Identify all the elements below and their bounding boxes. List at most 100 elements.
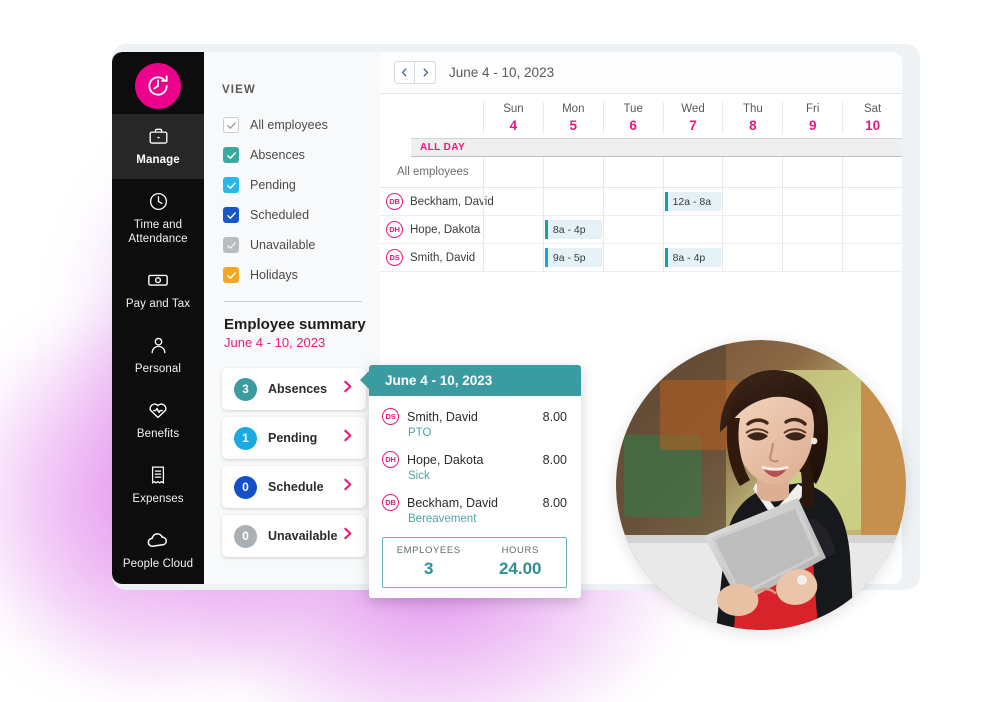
day-cell[interactable] <box>602 244 663 271</box>
sidebar-item-pay-and-tax[interactable]: Pay and Tax <box>112 258 204 323</box>
absence-type: Bereavement <box>408 513 477 525</box>
calendar-day-headers: Sun 4 Mon 5 Tue 6 Wed 7 Thu 8 Fri 9 Sat … <box>380 94 902 138</box>
chevron-right-icon[interactable] <box>340 428 355 448</box>
sidebar-item-people-cloud[interactable]: People Cloud <box>112 518 204 583</box>
day-header-sun[interactable]: Sun 4 <box>483 102 543 134</box>
day-cell[interactable] <box>842 216 902 243</box>
day-cell[interactable] <box>483 216 543 243</box>
briefcase-icon <box>148 125 169 147</box>
employee-name: Hope, Dakota <box>407 452 484 467</box>
day-header-thu[interactable]: Thu 8 <box>722 102 782 134</box>
summary-card-schedule[interactable]: 0 Schedule <box>222 466 366 508</box>
filter-absences[interactable]: Absences <box>204 140 380 170</box>
day-cell[interactable] <box>483 188 543 215</box>
summary-card-absences[interactable]: 3 Absences <box>222 368 366 410</box>
heart-pulse-icon <box>147 399 169 421</box>
day-cell[interactable]: 8a - 4p <box>542 216 603 243</box>
row-label-cell[interactable]: DH Hope, Dakota <box>380 216 483 243</box>
day-cell[interactable] <box>722 244 782 271</box>
sidebar-item-label: People Cloud <box>122 558 194 570</box>
day-cell[interactable] <box>722 157 782 187</box>
checkbox-icon[interactable] <box>223 207 239 223</box>
day-cell[interactable] <box>722 216 782 243</box>
day-number: 4 <box>509 118 518 133</box>
filter-holidays[interactable]: Holidays <box>204 260 380 290</box>
checkbox-icon[interactable] <box>223 237 239 253</box>
shift-chip[interactable]: 8a - 4p <box>544 220 602 239</box>
avatar: DB <box>386 193 403 210</box>
summary-card-unavailable[interactable]: 0 Unavailable <box>222 515 366 557</box>
day-cell[interactable] <box>782 244 842 271</box>
sidebar-item-personal[interactable]: Personal <box>112 323 204 388</box>
previous-week-button[interactable] <box>394 61 415 84</box>
sidebar-item-benefits[interactable]: Benefits <box>112 388 204 453</box>
day-cell[interactable]: 9a - 5p <box>542 244 603 271</box>
shift-chip[interactable]: 12a - 8a <box>664 192 722 211</box>
filter-scheduled[interactable]: Scheduled <box>204 200 380 230</box>
day-cell[interactable] <box>662 216 723 243</box>
day-cell[interactable]: 8a - 4p <box>662 244 723 271</box>
shift-chip[interactable]: 8a - 4p <box>664 248 722 267</box>
summary-count-badge: 0 <box>234 475 257 499</box>
day-cell[interactable] <box>662 157 723 187</box>
day-name: Sat <box>863 103 882 115</box>
sidebar-item-manage[interactable]: Manage <box>112 114 204 179</box>
filter-label: Absences <box>250 148 305 162</box>
person-icon <box>148 334 169 356</box>
list-item[interactable]: DS Smith, David 8.00 <box>382 408 567 425</box>
day-cell[interactable] <box>483 244 543 271</box>
sidebar-item-expenses[interactable]: Expenses <box>112 453 204 518</box>
checkbox-icon[interactable] <box>223 117 239 133</box>
shift-chip[interactable]: 9a - 5p <box>544 248 602 267</box>
chevron-right-icon[interactable] <box>340 526 355 546</box>
total-label: EMPLOYEES <box>396 545 461 556</box>
day-cell[interactable] <box>782 188 842 215</box>
checkbox-icon[interactable] <box>223 147 239 163</box>
day-header-fri[interactable]: Fri 9 <box>782 102 842 134</box>
day-cell[interactable] <box>483 157 543 187</box>
day-number: 9 <box>808 118 817 133</box>
day-header-mon[interactable]: Mon 5 <box>542 102 603 134</box>
day-cell[interactable]: 12a - 8a <box>662 188 723 215</box>
filter-all-employees[interactable]: All employees <box>204 110 380 140</box>
employee-name: Smith, David <box>410 251 476 264</box>
day-cell[interactable] <box>602 157 663 187</box>
day-cell[interactable] <box>782 216 842 243</box>
summary-card-label: Schedule <box>268 480 324 494</box>
list-item[interactable]: DB Beckham, David 8.00 <box>382 494 567 511</box>
day-header-wed[interactable]: Wed 7 <box>662 102 723 134</box>
day-cell[interactable] <box>842 157 902 187</box>
chevron-right-icon[interactable] <box>340 379 355 399</box>
chevron-right-icon[interactable] <box>340 477 355 497</box>
filter-pending[interactable]: Pending <box>204 170 380 200</box>
clock-icon <box>148 190 169 212</box>
checkbox-icon[interactable] <box>223 267 239 283</box>
view-heading: VIEW <box>222 84 256 96</box>
table-row: DH Hope, Dakota 8a - 4p <box>380 216 902 244</box>
summary-card-pending[interactable]: 1 Pending <box>222 417 366 459</box>
checkbox-icon[interactable] <box>223 177 239 193</box>
entry-hours: 8.00 <box>542 452 567 467</box>
filter-unavailable[interactable]: Unavailable <box>204 230 380 260</box>
list-item[interactable]: DH Hope, Dakota 8.00 <box>382 451 567 468</box>
row-label-cell[interactable]: DB Beckham, David <box>380 188 494 215</box>
day-cell[interactable] <box>782 157 842 187</box>
day-cell[interactable] <box>542 157 603 187</box>
row-label-cell[interactable]: DS Smith, David <box>380 244 483 271</box>
sidebar-item-time-and-attendance[interactable]: Time and Attendance <box>112 179 204 258</box>
day-cell[interactable] <box>542 188 603 215</box>
day-cell[interactable] <box>842 244 902 271</box>
day-cell[interactable] <box>602 188 663 215</box>
day-cell[interactable] <box>722 188 782 215</box>
avatar: DH <box>382 451 399 468</box>
next-week-button[interactable] <box>415 61 436 84</box>
day-cell[interactable] <box>602 216 663 243</box>
table-row: DB Beckham, David 12a - 8a <box>380 188 902 216</box>
app-logo[interactable] <box>112 52 204 114</box>
filter-label: Holidays <box>250 268 298 282</box>
day-header-tue[interactable]: Tue 6 <box>602 102 663 134</box>
summary-card-label: Unavailable <box>268 529 338 543</box>
day-cell[interactable] <box>842 188 902 215</box>
sidebar-item-label: Benefits <box>136 428 180 440</box>
day-header-sat[interactable]: Sat 10 <box>842 102 902 134</box>
